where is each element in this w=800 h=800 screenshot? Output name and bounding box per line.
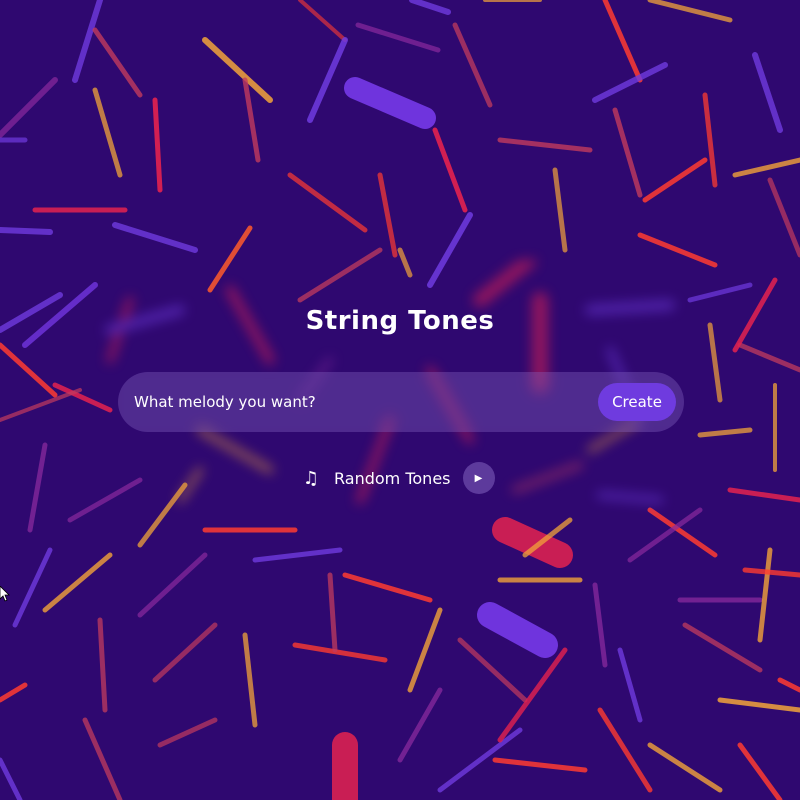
create-button[interactable]: Create (598, 383, 676, 421)
random-tones-label: Random Tones (334, 468, 451, 488)
mouse-cursor-icon (0, 586, 10, 602)
melody-prompt-input[interactable] (134, 384, 594, 420)
music-note-icon: ♫ (302, 467, 320, 489)
prompt-bar: Create (118, 372, 684, 432)
random-tones-button[interactable]: ♫ Random Tones ▶ (300, 462, 495, 494)
play-icon[interactable]: ▶ (462, 462, 495, 494)
page-title: String Tones (305, 306, 495, 336)
app-canvas: String Tones Create ♫ Random Tones ▶ (0, 0, 800, 800)
